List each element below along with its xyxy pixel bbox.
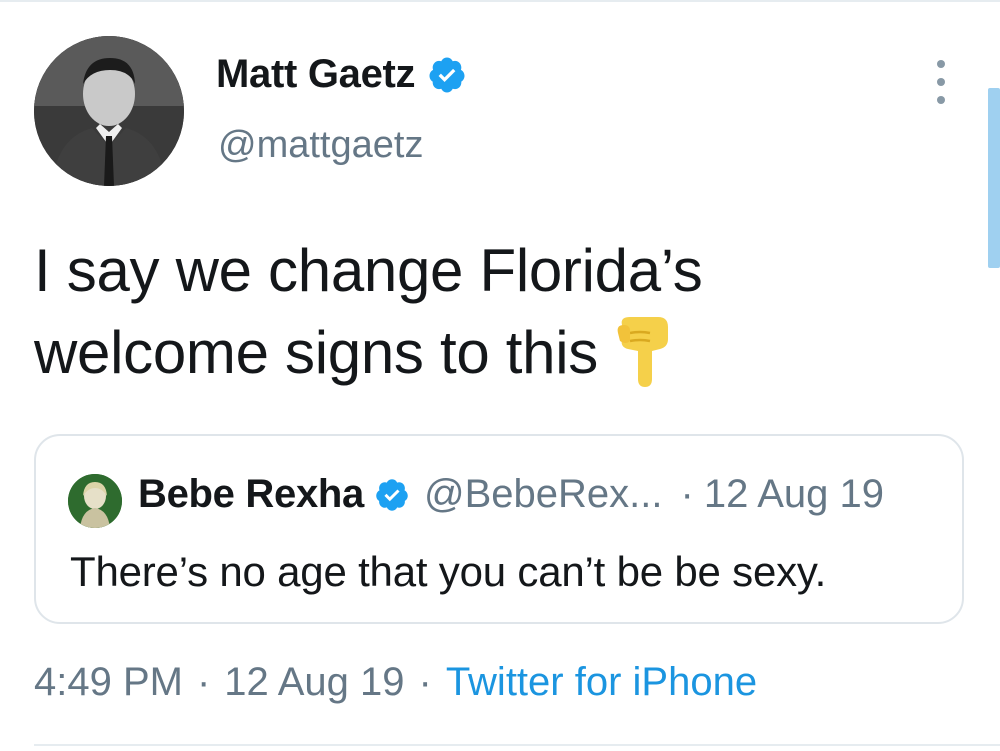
pointing-down-emoji-icon bbox=[614, 315, 672, 388]
meta-separator: · bbox=[418, 660, 432, 704]
quoted-author-name: Bebe Rexha bbox=[138, 472, 364, 516]
tweet-meta: 4:49 PM · 12 Aug 19 · Twitter for iPhone bbox=[34, 660, 757, 705]
more-options-button[interactable] bbox=[926, 60, 956, 104]
scrollbar[interactable] bbox=[988, 88, 1000, 268]
tweet-time: 4:49 PM bbox=[34, 660, 183, 704]
tweet-text: I say we change Florida’s welcome signs … bbox=[34, 230, 934, 394]
author-name[interactable]: Matt Gaetz bbox=[216, 52, 467, 97]
bottom-divider bbox=[34, 744, 1000, 746]
quoted-tweet-card[interactable]: Bebe Rexha @BebeRex... · 12 Aug 19 There… bbox=[34, 434, 964, 624]
profile-photo-icon bbox=[68, 474, 122, 528]
author-handle[interactable]: @mattgaetz bbox=[218, 124, 423, 167]
tweet-detail-view: Matt Gaetz @mattgaetz I say we change Fl… bbox=[0, 0, 1000, 751]
quoted-tweet-header: Bebe Rexha @BebeRex... · 12 Aug 19 bbox=[138, 472, 884, 517]
profile-photo-icon bbox=[34, 36, 184, 186]
more-vertical-icon bbox=[937, 78, 945, 86]
author-name-label: Matt Gaetz bbox=[216, 52, 416, 96]
more-vertical-icon bbox=[937, 60, 945, 68]
tweet-source-link[interactable]: Twitter for iPhone bbox=[446, 660, 757, 705]
verified-badge-icon bbox=[374, 477, 410, 513]
more-vertical-icon bbox=[937, 96, 945, 104]
quoted-tweet-text: There’s no age that you can’t be be sexy… bbox=[70, 548, 827, 595]
quoted-author-handle: @BebeRex... bbox=[424, 472, 663, 516]
tweet-text-line-1: I say we change Florida’s bbox=[34, 237, 703, 304]
tweet-text-line-2-label: welcome signs to this bbox=[34, 319, 598, 386]
verified-badge-icon bbox=[427, 55, 467, 95]
top-divider bbox=[0, 0, 1000, 2]
author-avatar[interactable] bbox=[34, 36, 184, 186]
meta-separator: · bbox=[196, 660, 211, 704]
quoted-separator: · bbox=[680, 472, 694, 516]
quoted-tweet-date: 12 Aug 19 bbox=[703, 472, 885, 516]
quoted-author-avatar[interactable] bbox=[68, 474, 122, 528]
tweet-text-line-2: welcome signs to this bbox=[34, 312, 934, 394]
tweet-date: 12 Aug 19 bbox=[224, 660, 405, 704]
